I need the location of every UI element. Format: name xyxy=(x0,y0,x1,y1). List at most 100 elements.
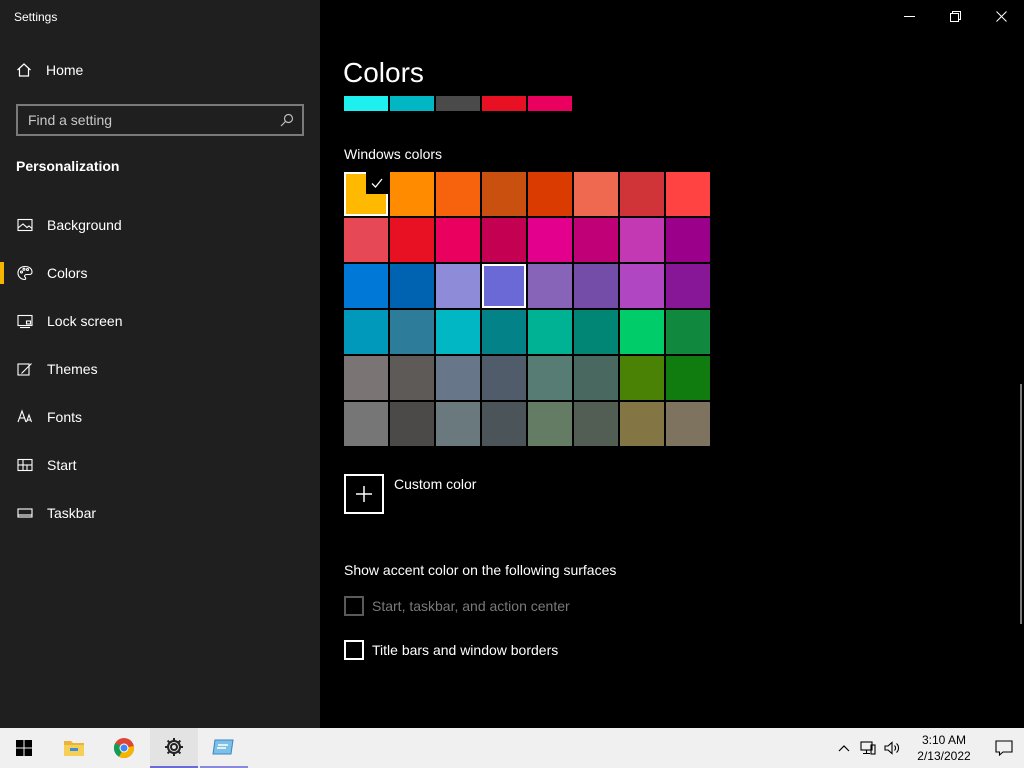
color-swatch[interactable] xyxy=(528,402,572,446)
close-button[interactable] xyxy=(978,0,1024,32)
color-swatch[interactable] xyxy=(482,356,526,400)
color-swatch[interactable] xyxy=(344,310,388,354)
windows-start-icon xyxy=(16,740,32,756)
home-link[interactable]: Home xyxy=(16,62,83,78)
color-swatch[interactable] xyxy=(344,264,388,308)
color-swatch[interactable] xyxy=(528,264,572,308)
notification-icon xyxy=(995,740,1013,756)
volume-icon xyxy=(884,741,899,755)
file-explorer-button[interactable] xyxy=(50,728,98,768)
recent-colors xyxy=(344,96,572,111)
taskbar-icon xyxy=(17,508,33,518)
sidebar-item-lock-screen[interactable]: Lock screen xyxy=(0,297,320,345)
color-swatch[interactable] xyxy=(620,172,664,216)
windows-colors-grid xyxy=(344,172,710,446)
color-swatch[interactable] xyxy=(482,402,526,446)
control-panel-button[interactable] xyxy=(200,728,248,768)
sidebar-item-label: Lock screen xyxy=(47,313,123,329)
color-swatch[interactable] xyxy=(436,264,480,308)
recent-color-swatch[interactable] xyxy=(436,96,480,111)
color-swatch[interactable] xyxy=(390,402,434,446)
start-button[interactable] xyxy=(0,728,48,768)
start-taskbar-checkbox-row[interactable]: Start, taskbar, and action center xyxy=(344,596,570,616)
picture-icon xyxy=(17,218,33,232)
color-swatch[interactable] xyxy=(620,356,664,400)
search-input[interactable] xyxy=(28,112,280,128)
color-swatch[interactable] xyxy=(574,264,618,308)
network-button[interactable] xyxy=(856,728,880,768)
sidebar-item-label: Colors xyxy=(47,265,88,281)
color-swatch[interactable] xyxy=(574,356,618,400)
color-swatch[interactable] xyxy=(574,172,618,216)
restore-button[interactable] xyxy=(932,0,978,32)
color-swatch[interactable] xyxy=(344,402,388,446)
color-swatch[interactable] xyxy=(620,402,664,446)
custom-color-button[interactable]: Custom color xyxy=(344,474,476,514)
color-swatch[interactable] xyxy=(344,172,388,216)
sidebar-item-taskbar[interactable]: Taskbar xyxy=(0,489,320,537)
show-hidden-icons-button[interactable] xyxy=(832,728,856,768)
color-swatch[interactable] xyxy=(482,172,526,216)
scrollbar[interactable] xyxy=(1020,384,1022,624)
file-explorer-icon xyxy=(64,741,84,756)
color-swatch[interactable] xyxy=(666,402,710,446)
recent-color-swatch[interactable] xyxy=(344,96,388,111)
themes-icon xyxy=(17,363,32,376)
color-swatch[interactable] xyxy=(390,264,434,308)
color-swatch[interactable] xyxy=(666,218,710,262)
color-swatch[interactable] xyxy=(344,218,388,262)
action-center-button[interactable] xyxy=(984,728,1024,768)
palette-icon xyxy=(17,265,33,281)
fonts-icon xyxy=(17,409,33,423)
color-swatch[interactable] xyxy=(344,356,388,400)
color-swatch[interactable] xyxy=(390,356,434,400)
color-swatch[interactable] xyxy=(574,402,618,446)
start-taskbar-checkbox[interactable] xyxy=(344,596,364,616)
search-box[interactable] xyxy=(16,104,304,136)
clock-date: 2/13/2022 xyxy=(917,749,971,763)
color-swatch[interactable] xyxy=(482,264,526,308)
clock[interactable]: 3:10 AM 2/13/2022 xyxy=(904,732,984,764)
sidebar-item-themes[interactable]: Themes xyxy=(0,345,320,393)
color-swatch[interactable] xyxy=(390,310,434,354)
color-swatch[interactable] xyxy=(620,264,664,308)
minimize-button[interactable] xyxy=(886,0,932,32)
title-bars-checkbox[interactable] xyxy=(344,640,364,660)
color-swatch[interactable] xyxy=(436,172,480,216)
clock-time: 3:10 AM xyxy=(921,733,967,747)
color-swatch[interactable] xyxy=(528,172,572,216)
volume-button[interactable] xyxy=(880,728,904,768)
title-bars-checkbox-row[interactable]: Title bars and window borders xyxy=(344,640,558,660)
color-swatch[interactable] xyxy=(390,172,434,216)
color-swatch[interactable] xyxy=(666,264,710,308)
color-swatch[interactable] xyxy=(528,356,572,400)
sidebar-item-fonts[interactable]: Fonts xyxy=(0,393,320,441)
color-swatch[interactable] xyxy=(436,356,480,400)
color-swatch[interactable] xyxy=(666,172,710,216)
recent-color-swatch[interactable] xyxy=(528,96,572,111)
color-swatch[interactable] xyxy=(620,218,664,262)
color-swatch[interactable] xyxy=(528,218,572,262)
color-swatch[interactable] xyxy=(436,218,480,262)
color-swatch[interactable] xyxy=(390,218,434,262)
color-swatch[interactable] xyxy=(482,310,526,354)
color-swatch[interactable] xyxy=(666,356,710,400)
color-swatch[interactable] xyxy=(482,218,526,262)
sidebar-item-start[interactable]: Start xyxy=(0,441,320,489)
color-swatch[interactable] xyxy=(574,310,618,354)
recent-color-swatch[interactable] xyxy=(390,96,434,111)
custom-color-box[interactable] xyxy=(344,474,384,514)
sidebar-item-background[interactable]: Background xyxy=(0,201,320,249)
recent-color-swatch[interactable] xyxy=(482,96,526,111)
color-swatch[interactable] xyxy=(574,218,618,262)
search-icon[interactable] xyxy=(280,113,294,127)
color-swatch[interactable] xyxy=(666,310,710,354)
chrome-button[interactable] xyxy=(100,728,148,768)
color-swatch[interactable] xyxy=(620,310,664,354)
color-swatch[interactable] xyxy=(436,310,480,354)
settings-taskbar-button[interactable] xyxy=(150,728,198,768)
color-swatch[interactable] xyxy=(528,310,572,354)
color-swatch[interactable] xyxy=(436,402,480,446)
plus-icon xyxy=(356,486,372,502)
sidebar-item-colors[interactable]: Colors xyxy=(0,249,320,297)
